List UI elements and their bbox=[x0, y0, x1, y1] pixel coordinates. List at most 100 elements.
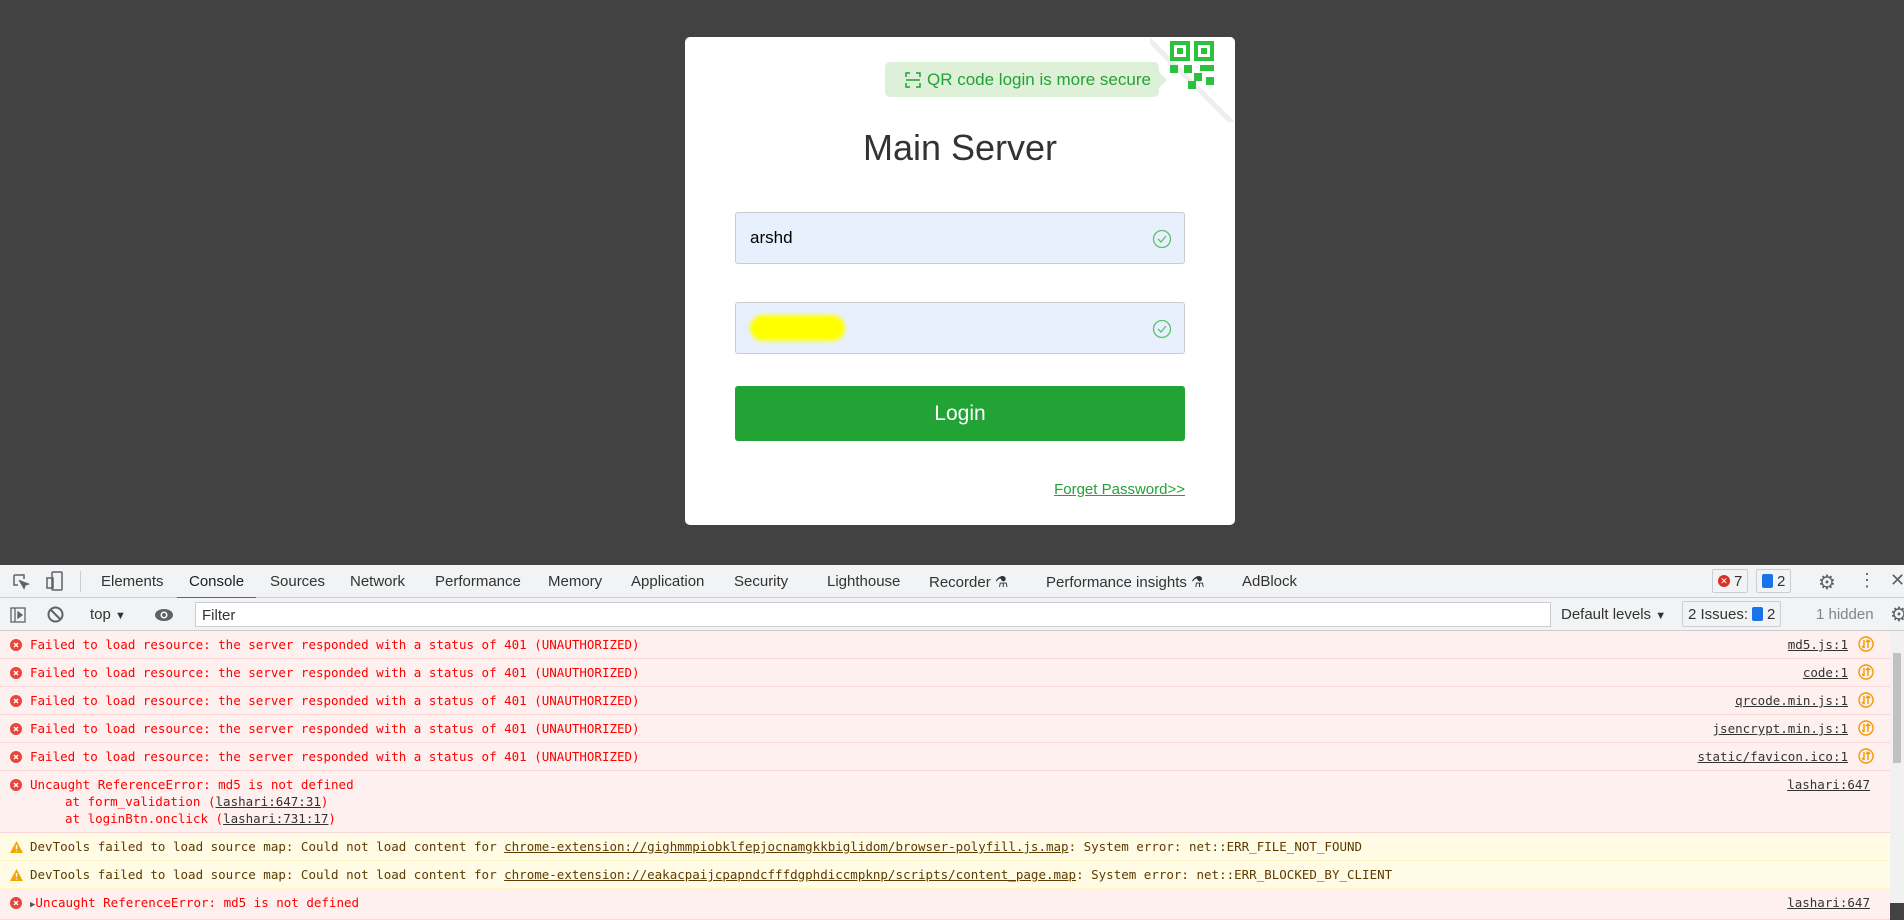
error-icon bbox=[10, 750, 22, 767]
context-selector[interactable]: top ▼ bbox=[90, 606, 126, 623]
message-icon bbox=[1762, 574, 1773, 588]
redacted-password bbox=[750, 315, 845, 341]
tab-lighthouse[interactable]: Lighthouse bbox=[827, 573, 900, 590]
issues-label: 2 Issues: bbox=[1688, 605, 1749, 623]
error-count: 7 bbox=[1734, 572, 1743, 590]
message-count-badge[interactable]: 2 bbox=[1756, 569, 1792, 593]
tab-elements[interactable]: Elements bbox=[101, 573, 164, 590]
device-toolbar-icon[interactable] bbox=[46, 571, 64, 591]
username-value: arshd bbox=[750, 228, 793, 247]
source-link[interactable]: md5.js:1 bbox=[1788, 636, 1848, 653]
dropdown-arrow-icon: ▼ bbox=[115, 610, 126, 622]
console-warning-row: DevTools failed to load source map: Coul… bbox=[0, 861, 1890, 889]
tab-performance-insights[interactable]: Performance insights ⚗ bbox=[1046, 573, 1205, 591]
log-levels-value: Default levels bbox=[1561, 606, 1652, 623]
filter-placeholder: Filter bbox=[202, 607, 236, 624]
stack-frame: at loginBtn.onclick (lashari:731:17) bbox=[30, 810, 1890, 827]
filter-input[interactable]: Filter bbox=[195, 602, 1551, 627]
tab-console[interactable]: Console bbox=[176, 573, 257, 599]
network-request-icon[interactable] bbox=[1858, 748, 1874, 768]
eye-icon[interactable] bbox=[154, 607, 174, 623]
username-input[interactable]: arshd bbox=[735, 212, 1185, 264]
devtools-tab-bar: Elements Console Sources Network Perform… bbox=[0, 565, 1904, 599]
warning-icon bbox=[10, 868, 23, 885]
qr-tooltip[interactable]: QR code login is more secure bbox=[885, 62, 1167, 97]
login-button[interactable]: Login bbox=[735, 386, 1185, 441]
password-input[interactable] bbox=[735, 302, 1185, 354]
error-message: Failed to load resource: the server resp… bbox=[30, 693, 640, 708]
tab-sources[interactable]: Sources bbox=[270, 573, 325, 590]
source-link[interactable]: jsencrypt.min.js:1 bbox=[1713, 720, 1848, 737]
error-message: Failed to load resource: the server resp… bbox=[30, 721, 640, 736]
tab-performance[interactable]: Performance bbox=[435, 573, 521, 590]
console-settings-gear-icon[interactable]: ⚙ bbox=[1890, 602, 1904, 627]
error-icon bbox=[10, 722, 22, 739]
console-scrollbar[interactable] bbox=[1890, 631, 1904, 903]
flask-icon: ⚗ bbox=[1191, 574, 1205, 591]
stack-frame-link[interactable]: lashari:731:17 bbox=[223, 811, 328, 826]
flask-icon: ⚗ bbox=[994, 574, 1009, 591]
network-request-icon[interactable] bbox=[1858, 664, 1874, 684]
log-levels-dropdown[interactable]: Default levels ▼ bbox=[1561, 606, 1666, 623]
error-icon bbox=[10, 778, 22, 795]
inspect-element-icon[interactable] bbox=[12, 573, 30, 591]
console-error-row: Failed to load resource: the server resp… bbox=[0, 687, 1890, 715]
network-request-icon[interactable] bbox=[1858, 636, 1874, 656]
tab-adblock[interactable]: AdBlock bbox=[1242, 573, 1297, 590]
qr-tooltip-text: QR code login is more secure bbox=[927, 69, 1151, 89]
error-icon bbox=[10, 666, 22, 683]
stack-frame-link[interactable]: lashari:647:31 bbox=[216, 794, 321, 809]
console-toolbar: top ▼ Filter Default levels ▼ 2 Issues: 2… bbox=[0, 598, 1904, 631]
error-icon bbox=[10, 638, 22, 655]
warning-text: DevTools failed to load source map: Coul… bbox=[30, 867, 505, 882]
qr-code-icon[interactable] bbox=[1150, 37, 1235, 122]
issues-button[interactable]: 2 Issues: 2 bbox=[1682, 601, 1782, 627]
stack-frame: at form_validation (lashari:647:31) bbox=[30, 793, 1890, 810]
issues-count: 2 bbox=[1767, 605, 1776, 623]
tab-application[interactable]: Application bbox=[631, 573, 704, 590]
error-icon: ✕ bbox=[1718, 575, 1730, 587]
error-icon bbox=[10, 896, 22, 913]
console-messages: Failed to load resource: the server resp… bbox=[0, 631, 1890, 920]
tab-performance-insights-label: Performance insights bbox=[1046, 574, 1187, 591]
warning-text: DevTools failed to load source map: Coul… bbox=[30, 839, 505, 854]
hidden-count: 1 hidden bbox=[1816, 606, 1874, 623]
message-count: 2 bbox=[1777, 572, 1786, 590]
stack-frame-close: ) bbox=[320, 794, 329, 809]
tab-network[interactable]: Network bbox=[350, 573, 405, 590]
dropdown-arrow-icon: ▼ bbox=[1655, 610, 1667, 622]
error-message: Failed to load resource: the server resp… bbox=[30, 665, 640, 680]
scrollbar-thumb[interactable] bbox=[1893, 653, 1901, 763]
error-count-badge[interactable]: ✕ 7 bbox=[1712, 569, 1749, 593]
clear-console-icon[interactable] bbox=[47, 606, 64, 623]
close-icon[interactable]: ✕ bbox=[1890, 570, 1904, 591]
settings-gear-icon[interactable]: ⚙ bbox=[1818, 570, 1836, 595]
source-link[interactable]: code:1 bbox=[1803, 664, 1848, 681]
sidebar-toggle-icon[interactable] bbox=[10, 607, 26, 623]
error-icon bbox=[10, 694, 22, 711]
source-link[interactable]: lashari:647 bbox=[1787, 776, 1870, 793]
error-message: Failed to load resource: the server resp… bbox=[30, 749, 640, 764]
check-icon bbox=[1152, 229, 1172, 249]
more-options-icon[interactable]: ⋮ bbox=[1858, 570, 1876, 591]
source-map-link[interactable]: chrome-extension://gighmmpiobklfepjocnam… bbox=[504, 839, 1068, 854]
console-error-row: Failed to load resource: the server resp… bbox=[0, 715, 1890, 743]
console-error-row: Uncaught ReferenceError: md5 is not defi… bbox=[0, 771, 1890, 833]
source-map-link[interactable]: chrome-extension://eakacpaijcpapndcfffdg… bbox=[504, 867, 1076, 882]
tab-memory[interactable]: Memory bbox=[548, 573, 602, 590]
network-request-icon[interactable] bbox=[1858, 692, 1874, 712]
login-card: QR code login is more secure Main Server… bbox=[685, 37, 1235, 525]
console-error-row[interactable]: ▶Uncaught ReferenceError: md5 is not def… bbox=[0, 889, 1890, 920]
console-warning-row: DevTools failed to load source map: Coul… bbox=[0, 833, 1890, 861]
check-icon bbox=[1152, 319, 1172, 339]
tab-recorder[interactable]: Recorder ⚗ bbox=[929, 573, 1008, 591]
forgot-password-link[interactable]: Forget Password>> bbox=[1054, 481, 1185, 498]
message-icon bbox=[1752, 607, 1764, 621]
source-link[interactable]: qrcode.min.js:1 bbox=[1735, 692, 1848, 709]
source-link[interactable]: static/favicon.ico:1 bbox=[1697, 748, 1848, 765]
tab-security[interactable]: Security bbox=[734, 573, 788, 590]
tab-recorder-label: Recorder bbox=[929, 574, 991, 591]
page-title: Main Server bbox=[862, 127, 1058, 168]
devtools-panel: Elements Console Sources Network Perform… bbox=[0, 565, 1904, 920]
network-request-icon[interactable] bbox=[1858, 720, 1874, 740]
